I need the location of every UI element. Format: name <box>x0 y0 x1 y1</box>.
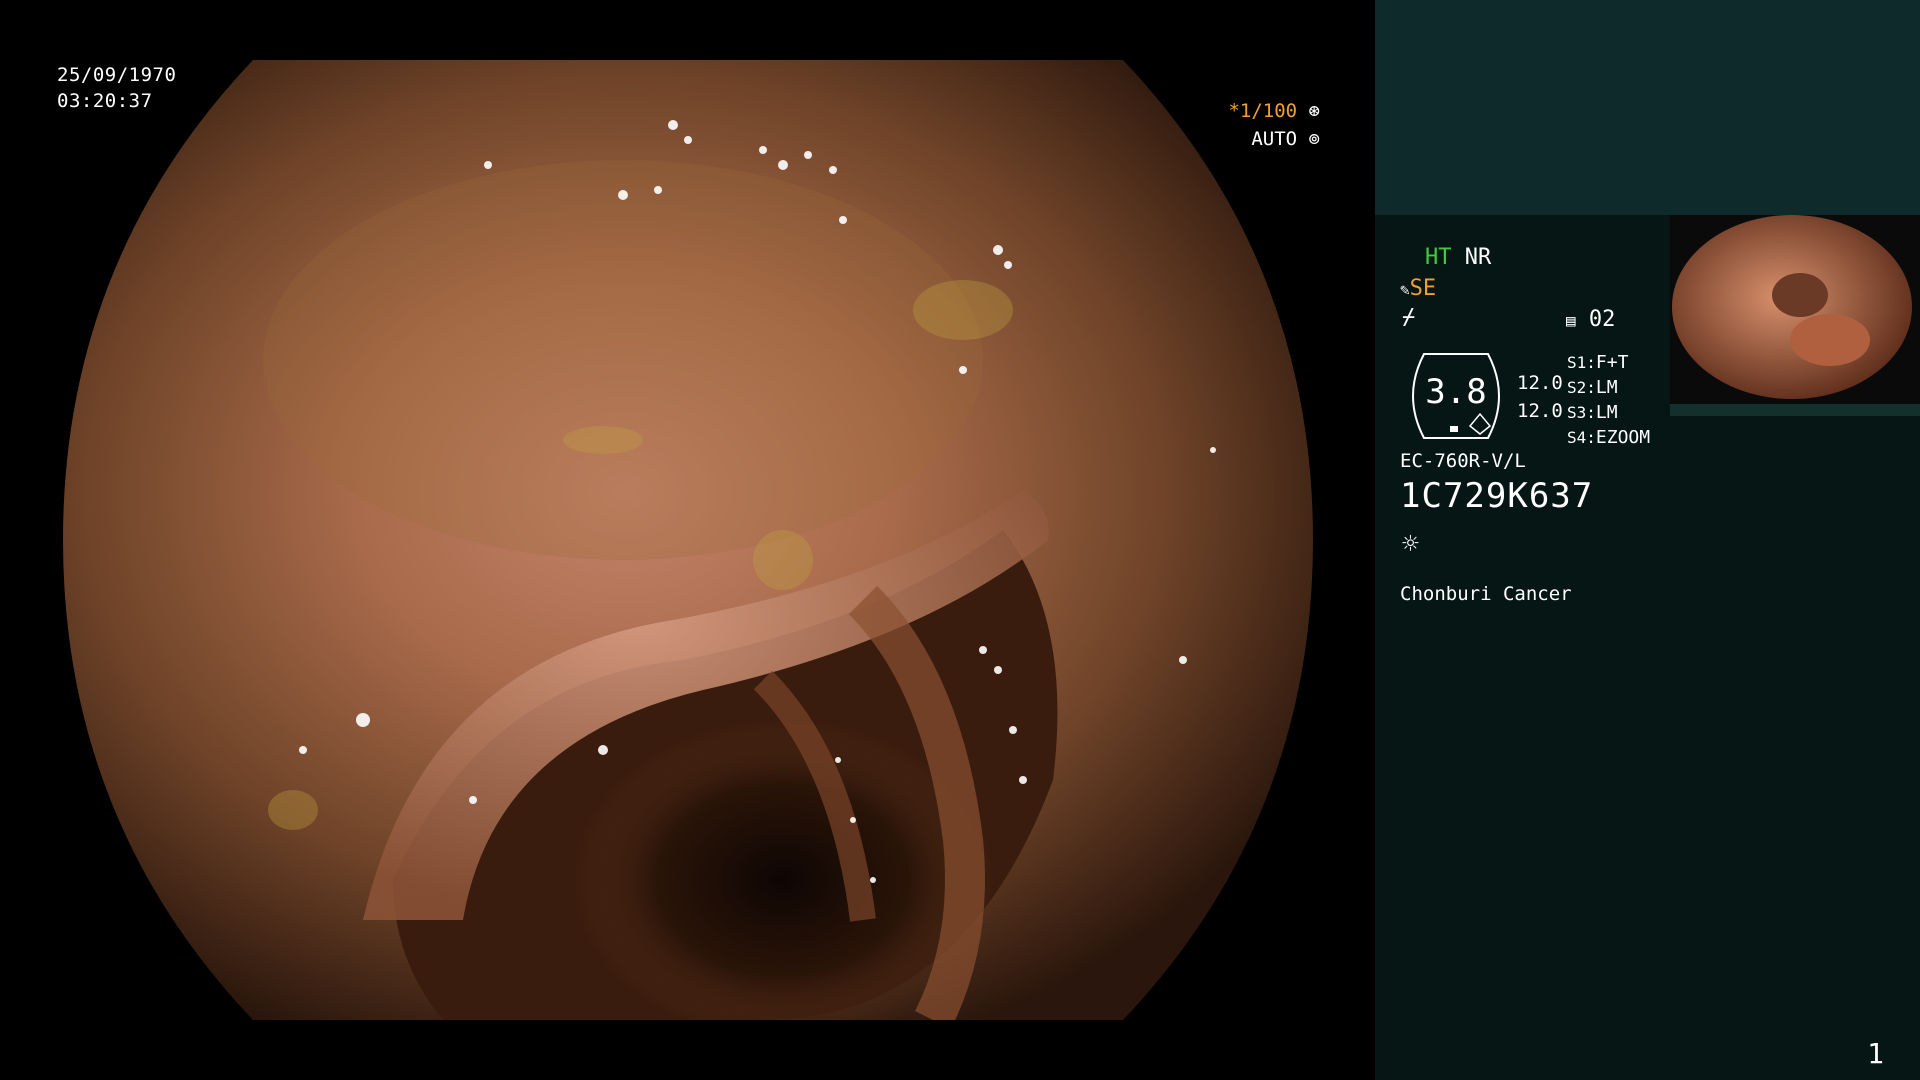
pen-icon: ⌿ <box>1402 305 1416 330</box>
switch-item: S4:EZOOM <box>1567 427 1651 448</box>
switch-item: S2:LM <box>1567 377 1618 398</box>
memory-indicator: ▤ 02 <box>1566 306 1615 335</box>
shutter-icon: ⊛ <box>1308 100 1320 122</box>
scope-model: EC-760R-V/L <box>1400 450 1526 472</box>
mode-indicator: HT NR <box>1425 244 1491 272</box>
iris-readout: AUTO ⊚ <box>1251 125 1320 153</box>
lamp-icon: ☼ <box>1402 527 1419 560</box>
memory-number: 02 <box>1588 307 1616 332</box>
institution-name: Chonburi Cancer <box>1400 583 1572 605</box>
scope-serial: 1C729K637 <box>1400 476 1594 516</box>
iris-icon: ⊚ <box>1308 128 1320 150</box>
frame-number: 1 <box>1867 1037 1884 1070</box>
panel-header <box>1375 0 1920 215</box>
memory-icon: ▤ <box>1566 311 1576 330</box>
captured-thumbnail <box>1670 215 1920 415</box>
level-2: 12.0 <box>1517 400 1563 422</box>
switch-item: S1:F+T <box>1567 352 1629 373</box>
thumbnail-caption-bar <box>1670 404 1920 416</box>
se-indicator: ✎SE <box>1400 275 1436 304</box>
gauge-value: 3.8 <box>1425 372 1487 412</box>
endoscopy-image <box>63 60 1313 1020</box>
iris-mode: AUTO <box>1251 128 1298 150</box>
switch-item: S3:LM <box>1567 402 1618 423</box>
mode-ht: HT <box>1425 245 1452 270</box>
switch-list: S1:F+T S2:LM S3:LM S4:EZOOM <box>1567 350 1650 450</box>
exam-time: 03:20:37 <box>57 90 153 112</box>
shutter-speed: *1/100 <box>1228 100 1298 122</box>
mode-nr: NR <box>1464 245 1492 270</box>
brush-icon: ✎ <box>1400 280 1410 299</box>
level-1: 12.0 <box>1517 372 1563 394</box>
exam-date: 25/09/1970 <box>57 64 177 86</box>
shutter-readout: *1/100 ⊛ <box>1228 97 1320 125</box>
se-mode: SE <box>1409 276 1437 301</box>
